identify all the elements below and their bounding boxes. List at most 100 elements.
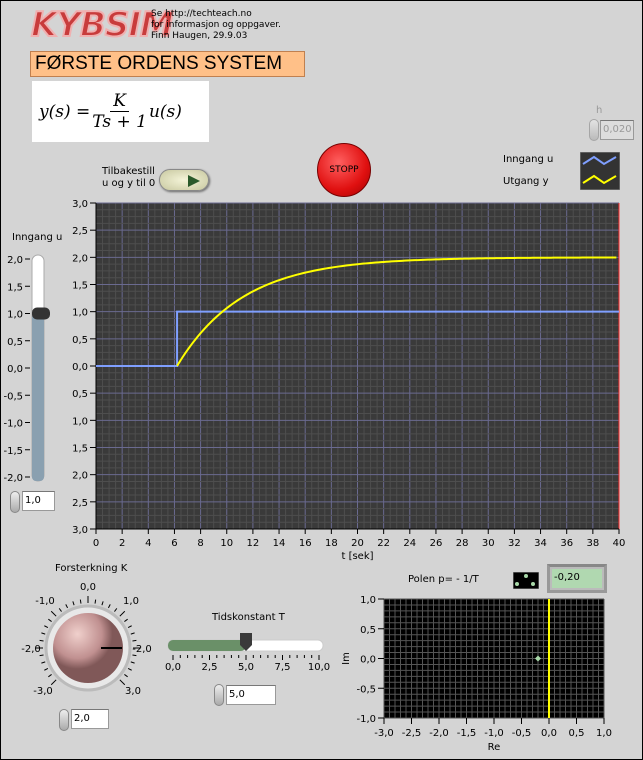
y-tick-label: 3,0 — [72, 525, 88, 536]
x-axis-label: t [sek] — [341, 551, 373, 562]
slider-tick-label: 0,0 — [165, 662, 181, 673]
x-tick-label: 36 — [560, 538, 573, 549]
x-tick-label: 0,5 — [569, 728, 585, 739]
knob-tick — [124, 674, 128, 678]
y-tick-label: 1,5 — [72, 444, 88, 455]
x-tick-label: 34 — [534, 538, 547, 549]
x-tick-label: 1,0 — [596, 728, 612, 739]
y-tick-label: 2,5 — [72, 226, 88, 237]
gain-knob[interactable]: 0,0 1,0 -2,0 3,0 -3,0 -2,0 -1,0 — [1, 576, 161, 706]
gain-field[interactable]: 2,0 — [71, 709, 109, 729]
x-tick-label: 28 — [456, 538, 469, 549]
y-tick-label: 0,5 — [360, 625, 376, 636]
y-tick-label: -1,0 — [356, 714, 376, 725]
x-tick-label: -2,0 — [429, 728, 449, 739]
knob-tick — [50, 610, 57, 617]
slider-tick-label: 5,0 — [238, 662, 254, 673]
x-tick-label: -1,0 — [484, 728, 504, 739]
y-tick-label: 0,5 — [72, 389, 88, 400]
knob-tick — [94, 599, 97, 604]
stop-button[interactable]: STOPP — [317, 143, 371, 197]
x-tick-label: 30 — [482, 538, 495, 549]
knob-tick — [48, 674, 52, 678]
pole-title: Polen p= - 1/T — [408, 574, 479, 585]
knob-tick — [119, 610, 126, 617]
reset-label-line: Tilbakestill — [102, 166, 155, 177]
h-field[interactable]: 0,020 — [600, 120, 634, 140]
x-tick-label: 0 — [93, 538, 99, 549]
y-tick-label: 2,0 — [72, 253, 88, 264]
transfer-function-formula: y(s) = K Ts + 1 u(s) — [32, 81, 209, 142]
knob-tick — [130, 661, 135, 664]
knob-tick — [107, 604, 111, 609]
h-spinner[interactable] — [589, 119, 599, 141]
knob-label: -3,0 — [33, 686, 53, 697]
y-axis-label: Im — [341, 652, 352, 665]
slider-tick-label: 2,5 — [202, 662, 218, 673]
knob-tick — [124, 618, 128, 622]
plot-legend-icon — [513, 572, 539, 589]
y-tick-label: 0,0 — [360, 655, 376, 666]
x-tick-label: 12 — [247, 538, 260, 549]
time-constant-field[interactable]: 5,0 — [226, 685, 276, 705]
knob-tick — [79, 599, 82, 604]
y-tick-label: 2,0 — [72, 471, 88, 482]
x-tick-label: 38 — [586, 538, 599, 549]
time-constant-label: Tidskonstant T — [212, 612, 285, 623]
knob-tick — [127, 625, 132, 629]
time-constant-spinner[interactable] — [214, 684, 224, 706]
reset-label: Tilbakestill u og y til 0 — [102, 166, 155, 190]
pole-value: -0,20 — [552, 569, 602, 588]
reset-label-line: u og y til 0 — [102, 178, 156, 189]
y-tick-label: 2,5 — [72, 498, 88, 509]
x-tick-label: -2,5 — [402, 728, 422, 739]
page-title: FØRSTE ORDENS SYSTEM — [30, 51, 305, 77]
knob-tick — [130, 632, 135, 635]
legend-label-y: Utgang y — [503, 176, 549, 187]
x-tick-label: 8 — [197, 538, 203, 549]
x-tick-label: 14 — [273, 538, 286, 549]
slider-tick-label: 7,5 — [275, 662, 291, 673]
stop-label: STOPP — [329, 165, 359, 175]
time-constant-slider[interactable]: 0,0 2,5 5,0 7,5 10,0 — [161, 629, 331, 679]
knob-tick — [39, 654, 44, 657]
x-tick-label: -3,0 — [374, 728, 394, 739]
x-tick-label: 0,0 — [541, 728, 557, 739]
x-tick-label: 32 — [508, 538, 521, 549]
y-tick-label: 0,5 — [72, 335, 88, 346]
knob-tick — [44, 667, 49, 671]
knob-tick — [114, 608, 118, 612]
play-icon — [188, 175, 200, 187]
x-tick-label: 22 — [377, 538, 390, 549]
knob-tick — [41, 661, 46, 664]
knob-tick — [44, 625, 49, 629]
x-tick-label: 40 — [613, 538, 626, 549]
legend-label-u: Inngang u — [503, 154, 554, 165]
x-axis-label: Re — [488, 742, 501, 753]
knob-label: -2,0 — [21, 644, 41, 655]
y-tick-label: 1,0 — [360, 595, 376, 606]
y-tick-label: 1,0 — [72, 416, 88, 427]
knob-tick — [48, 618, 52, 622]
y-tick-label: 1,5 — [72, 281, 88, 292]
knob-label: -1,0 — [35, 596, 55, 607]
h-label: h — [596, 105, 603, 116]
info-line: for informasjon og oppgaver. — [151, 20, 282, 30]
reset-toggle[interactable] — [159, 169, 209, 191]
formula-lhs: y(s) = — [39, 101, 91, 122]
knob-tick — [127, 667, 132, 671]
x-tick-label: 2 — [119, 538, 125, 549]
formula-numerator: K — [110, 91, 129, 112]
knob-tick — [101, 601, 104, 606]
y-tick-label: 1,0 — [72, 308, 88, 319]
formula-rhs: u(s) — [148, 101, 182, 122]
legend-swatch — [580, 152, 620, 190]
time-chart: 3,0 2,5 2,0 1,5 1,0 0,5 0,0 0,5 1,0 1,5 2,0 2,5 3,0 0… — [72, 199, 626, 562]
knob-tick — [132, 639, 137, 642]
info-line: Finn Haugen, 29.9.03 — [151, 31, 248, 41]
gain-spinner[interactable] — [59, 709, 69, 731]
knob-tick — [41, 632, 46, 635]
y-tick-label: 3,0 — [72, 199, 88, 210]
x-tick-label: -0,5 — [512, 728, 532, 739]
y-tick-label: 0,0 — [72, 362, 88, 373]
